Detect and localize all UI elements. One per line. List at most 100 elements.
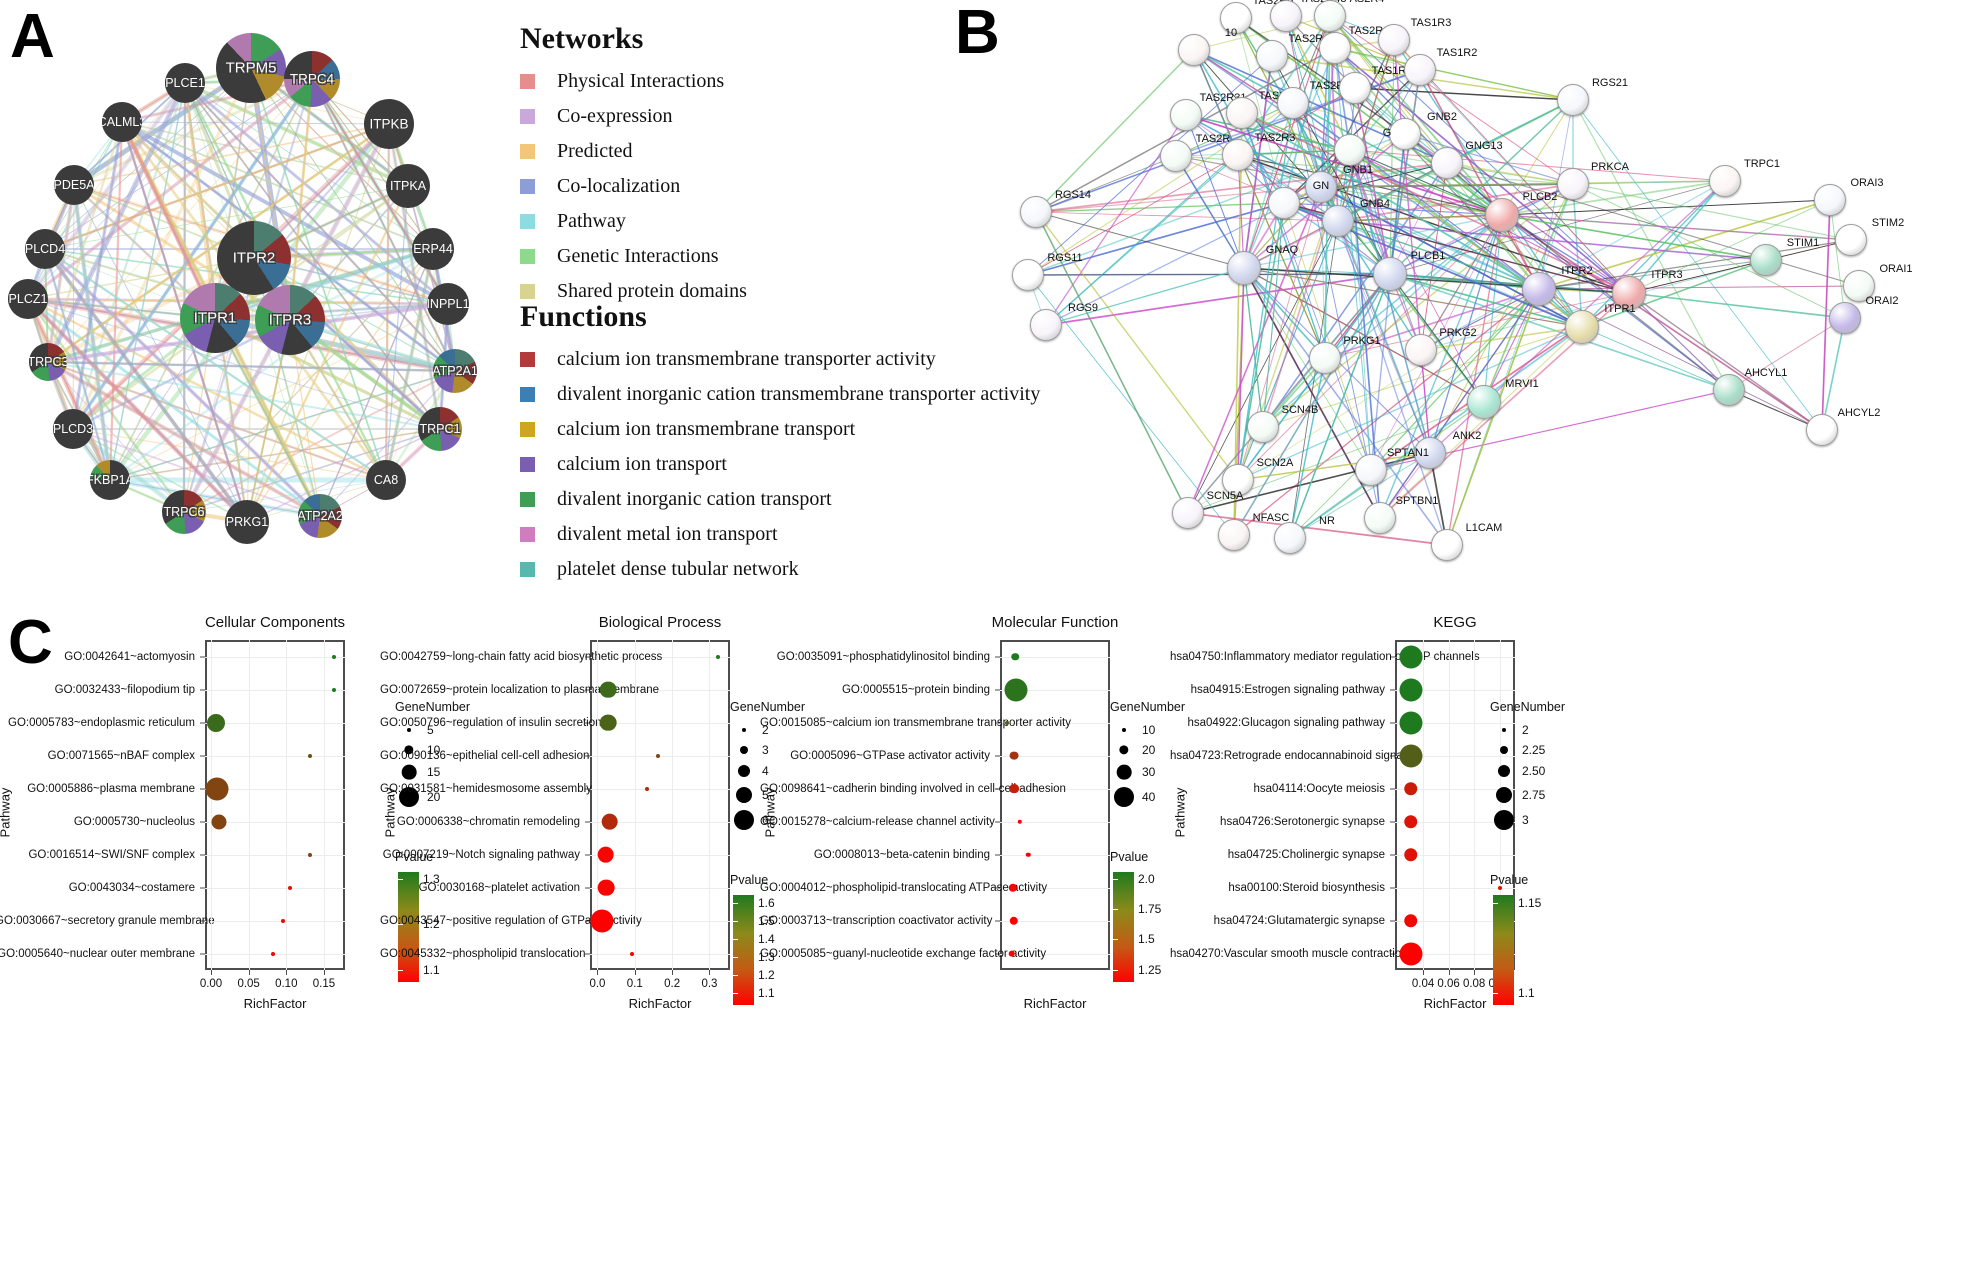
network-node[interactable]: TRPC6 [162,490,206,534]
network-node[interactable]: ERP44 [412,228,454,270]
string-node[interactable] [1314,0,1346,32]
string-node[interactable] [1178,34,1210,66]
network-node[interactable]: PLCE1 [165,63,205,103]
string-node-label: GN [1312,180,1330,192]
string-node[interactable] [1274,522,1306,554]
functions-legend-title: Functions [520,300,647,333]
network-node[interactable]: PLCZ1 [8,279,48,319]
string-node-label: TAS1R3 [1410,17,1452,29]
network-node[interactable]: PLCD4 [25,229,65,269]
string-node[interactable] [1431,529,1463,561]
dotplot-4: KEGG hsa04750:Inflammatory mediator regul… [0,600,1965,1274]
legend-item-label: calcium ion transmembrane transporter ac… [557,348,936,370]
string-node[interactable] [1170,99,1202,131]
network-node-label: PRKG1 [225,515,269,529]
string-node[interactable] [1268,187,1300,219]
string-node[interactable] [1030,309,1062,341]
string-node-label: TAS2R3 [1254,132,1296,144]
network-node[interactable]: ATP2A2 [298,494,342,538]
string-node[interactable] [1319,32,1351,64]
legend-color-swatch [520,214,535,229]
network-node[interactable]: TRPC3 [29,343,67,381]
network-node[interactable]: PRKG1 [225,500,269,544]
string-node[interactable] [1247,411,1279,443]
network-node-label: PLCZ1 [8,292,48,306]
string-node[interactable] [1334,134,1366,166]
network-node[interactable]: CALML3 [102,102,142,142]
string-node[interactable] [1227,251,1261,285]
network-node-label: ITPR2 [232,249,276,267]
network-node[interactable]: TRPM5 [216,33,286,103]
string-node[interactable] [1565,310,1599,344]
network-node[interactable]: ITPKB [364,99,414,149]
network-node[interactable]: PDE5A [54,165,94,205]
network-node[interactable]: ITPR1 [180,283,250,353]
string-node[interactable] [1467,385,1501,419]
string-node[interactable] [1709,165,1741,197]
string-node[interactable] [1485,198,1519,232]
legend-color-swatch [520,109,535,124]
string-node-label: MRVI1 [1505,378,1539,390]
legend-item: Genetic Interactions [520,245,747,268]
string-node-label: ORAI3 [1850,177,1884,189]
string-node[interactable] [1020,196,1052,228]
string-node[interactable] [1222,139,1254,171]
y-axis-tick [1390,689,1395,690]
string-node[interactable] [1364,502,1396,534]
string-node[interactable] [1270,0,1302,32]
string-node-label: STIM2 [1871,217,1905,229]
networks-legend-title: Networks [520,22,644,55]
network-node[interactable]: CA8 [366,460,406,500]
string-node[interactable] [1835,224,1867,256]
string-node[interactable] [1750,244,1782,276]
legend-item-label: divalent inorganic cation transport [557,488,832,510]
string-node[interactable] [1160,140,1192,172]
string-node[interactable] [1256,40,1288,72]
y-axis-tick [1390,920,1395,921]
string-node[interactable] [1404,54,1436,86]
string-node-label: ITPR2 [1561,265,1593,277]
legend-color-swatch [520,527,535,542]
data-point [1399,744,1423,767]
string-node[interactable] [1309,342,1341,374]
string-node[interactable] [1557,168,1589,200]
string-node[interactable] [1226,97,1258,129]
string-node[interactable] [1355,454,1387,486]
network-node[interactable]: ITPKA [386,164,430,208]
string-node[interactable] [1339,72,1371,104]
network-node[interactable]: ITPR2 [217,221,291,295]
string-node[interactable] [1172,497,1204,529]
network-node[interactable]: ITPR3 [255,285,325,355]
string-node-label: NR [1319,515,1335,527]
data-point [1404,814,1418,829]
string-node[interactable] [1522,272,1556,306]
string-node[interactable] [1012,259,1044,291]
string-node[interactable] [1277,87,1309,119]
network-node[interactable]: ATP2A1 [433,349,477,393]
network-node[interactable]: INPPL1 [427,283,469,325]
string-node[interactable] [1378,24,1410,56]
string-node[interactable] [1373,257,1407,291]
string-node[interactable] [1713,374,1745,406]
string-node-label: AHCYL2 [1837,407,1881,419]
string-node[interactable] [1814,184,1846,216]
panel-b-string-network: TAS2R5TAS2R43AS2R410TAS2R4TAS2R38TAS1R3T… [990,0,1965,600]
string-node[interactable] [1218,519,1250,551]
network-node[interactable]: PLCD3 [53,409,93,449]
network-node-label: CA8 [373,473,399,487]
string-node[interactable] [1431,147,1463,179]
network-node[interactable]: TRPC4 [284,51,340,107]
string-node[interactable] [1322,205,1354,237]
string-node-label: TRPC1 [1743,158,1781,170]
legend-item: calcium ion transmembrane transporter ac… [520,348,1040,371]
network-node-label: ATP2A2 [298,509,342,523]
string-node[interactable] [1405,334,1437,366]
network-node-label: TRPC6 [163,505,205,519]
string-node[interactable] [1389,118,1421,150]
string-node[interactable] [1806,414,1838,446]
string-node[interactable] [1829,302,1861,334]
network-node[interactable]: TRPC1 [418,407,462,451]
string-node[interactable] [1557,84,1589,116]
legend-color-swatch [520,422,535,437]
network-node[interactable]: FKBP1A [90,460,130,500]
